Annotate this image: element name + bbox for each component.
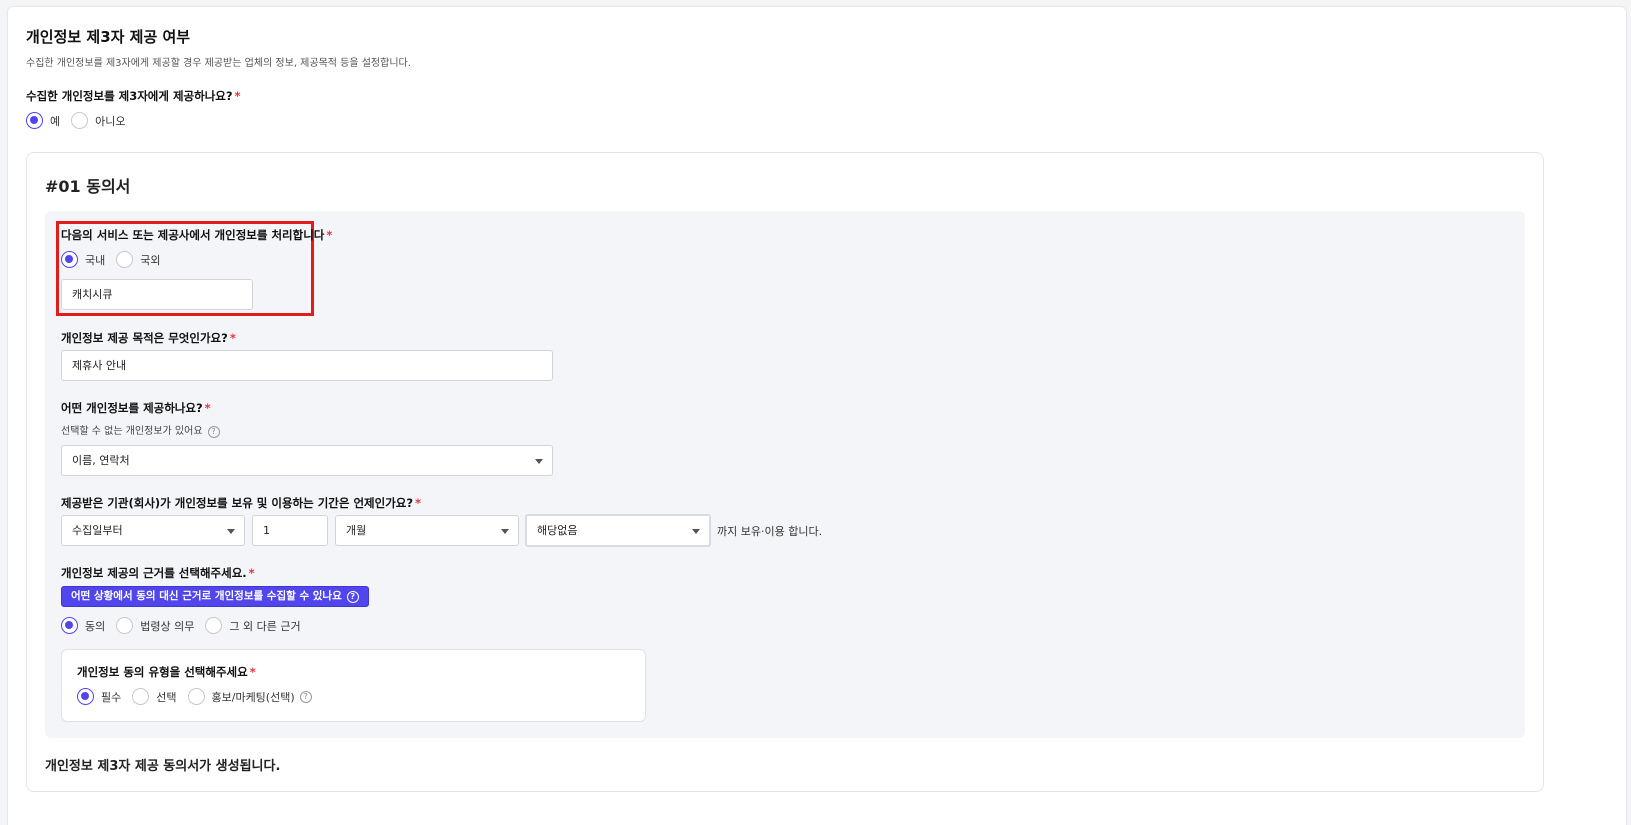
period-extra-select[interactable]: 해당없음 — [525, 514, 711, 547]
radio-domestic-dot[interactable] — [61, 251, 78, 268]
radio-consent-label: 동의 — [85, 619, 106, 633]
radio-optional-label: 선택 — [156, 690, 177, 704]
period-suffix: 까지 보유·이용 합니다. — [717, 525, 823, 538]
period-start-select[interactable]: 수집일부터 — [61, 515, 245, 546]
processor-question-label: 다음의 서비스 또는 제공사에서 개인정보를 처리합니다 — [61, 228, 325, 242]
question-circle-icon: ? — [346, 591, 359, 603]
radio-domestic-label: 국내 — [85, 253, 106, 267]
purpose-input[interactable]: 제휴사 안내 — [61, 350, 553, 381]
period-start-value: 수집일부터 — [72, 524, 123, 537]
radio-optional-dot[interactable] — [132, 688, 150, 705]
radio-no[interactable]: 아니오 — [71, 112, 126, 129]
radio-required-label: 필수 — [101, 690, 122, 704]
consent-type-card: 개인정보 동의 유형을 선택해주세요 * 필수 선택 홍보/마케팅(선택)? — [61, 649, 646, 722]
required-mark: * — [229, 331, 236, 345]
required-mark: * — [249, 665, 256, 679]
items-subtext-label: 선택할 수 없는 개인정보가 있어요 — [61, 426, 203, 437]
consent-card: #01 동의서 다음의 서비스 또는 제공사에서 개인정보를 처리합니다 * 국내… — [26, 152, 1544, 792]
basis-question-label: 개인정보 제공의 근거를 선택해주세요. — [61, 566, 247, 580]
consent-type-question-label: 개인정보 동의 유형을 선택해주세요 — [77, 665, 248, 679]
period-question: 제공받은 기관(회사)가 개인정보를 보유 및 이용하는 기간은 언제인가요? * — [61, 495, 421, 511]
radio-marketing-dot[interactable] — [187, 688, 205, 705]
basis-radio-group: 동의 법령상 의무 그 외 다른 근거 — [61, 617, 312, 634]
items-question-label: 어떤 개인정보를 제공하나요? — [61, 401, 203, 415]
period-unit-value: 개월 — [346, 524, 367, 537]
period-question-label: 제공받은 기관(회사)가 개인정보를 보유 및 이용하는 기간은 언제인가요? — [61, 496, 414, 510]
required-mark: * — [234, 89, 241, 103]
page-description: 수집한 개인정보를 제3자에게 제공할 경우 제공받는 업체의 정보, 제공목적… — [26, 58, 411, 69]
radio-marketing-label: 홍보/마케팅(선택) — [211, 690, 295, 704]
chevron-down-icon — [692, 529, 700, 534]
period-amount-input[interactable]: 1 — [252, 515, 328, 546]
radio-legal-label: 법령상 의무 — [140, 619, 195, 633]
items-question: 어떤 개인정보를 제공하나요? * — [61, 400, 211, 416]
radio-no-label: 아니오 — [95, 114, 126, 128]
page-title: 개인정보 제3자 제공 여부 — [26, 28, 191, 46]
provide-radio-group: 예 아니오 — [26, 112, 137, 129]
radio-yes-label: 예 — [50, 114, 61, 128]
radio-consent-dot[interactable] — [61, 617, 78, 634]
radio-required[interactable]: 필수 — [77, 688, 121, 705]
required-mark: * — [415, 496, 422, 510]
question-circle-icon[interactable]: ? — [299, 690, 312, 703]
radio-overseas[interactable]: 국외 — [116, 251, 161, 268]
basis-help-button[interactable]: 어떤 상황에서 동의 대신 근거로 개인정보를 수집할 수 있나요? — [61, 586, 369, 607]
chevron-down-icon — [227, 529, 235, 534]
purpose-question: 개인정보 제공 목적은 무엇인가요? * — [61, 330, 236, 346]
consent-type-question: 개인정보 동의 유형을 선택해주세요 * — [77, 664, 256, 680]
radio-no-dot[interactable] — [71, 112, 89, 129]
radio-other-label: 그 외 다른 근거 — [229, 619, 301, 633]
consent-title: #01 동의서 — [45, 177, 131, 196]
consent-form-area: 다음의 서비스 또는 제공사에서 개인정보를 처리합니다 * 국내 국외 캐치시큐… — [45, 211, 1525, 738]
provide-question-label: 수집한 개인정보를 제3자에게 제공하나요? — [26, 89, 233, 103]
radio-other[interactable]: 그 외 다른 근거 — [205, 617, 301, 634]
items-select-value: 이름, 연락처 — [72, 454, 130, 467]
required-mark: * — [204, 401, 211, 415]
radio-legal[interactable]: 법령상 의무 — [116, 617, 194, 634]
processor-question: 다음의 서비스 또는 제공사에서 개인정보를 처리합니다 * — [61, 227, 332, 243]
radio-yes[interactable]: 예 — [26, 112, 60, 129]
radio-marketing[interactable]: 홍보/마케팅(선택)? — [187, 688, 312, 705]
period-extra-value: 해당없음 — [537, 524, 578, 537]
radio-other-dot[interactable] — [205, 617, 223, 634]
purpose-question-label: 개인정보 제공 목적은 무엇인가요? — [61, 331, 228, 345]
required-mark: * — [248, 566, 255, 580]
basis-help-button-label: 어떤 상황에서 동의 대신 근거로 개인정보를 수집할 수 있나요 — [71, 590, 342, 602]
radio-legal-dot[interactable] — [116, 617, 134, 634]
settings-panel: 개인정보 제3자 제공 여부 수집한 개인정보를 제3자에게 제공할 경우 제공… — [7, 6, 1627, 825]
provide-question: 수집한 개인정보를 제3자에게 제공하나요? * — [26, 88, 241, 104]
radio-yes-dot[interactable] — [26, 112, 43, 129]
radio-optional[interactable]: 선택 — [132, 688, 177, 705]
radio-overseas-label: 국외 — [140, 253, 161, 267]
question-circle-icon[interactable]: ? — [207, 426, 220, 438]
radio-required-dot[interactable] — [77, 688, 94, 705]
required-mark: * — [326, 228, 333, 242]
items-select[interactable]: 이름, 연락처 — [61, 445, 553, 476]
radio-domestic[interactable]: 국내 — [61, 251, 105, 268]
chevron-down-icon — [501, 529, 509, 534]
items-subtext: 선택할 수 없는 개인정보가 있어요? — [61, 422, 220, 438]
processor-radio-group: 국내 국외 — [61, 251, 172, 268]
processor-name-input[interactable]: 캐치시큐 — [61, 279, 253, 310]
radio-overseas-dot[interactable] — [116, 251, 134, 268]
chevron-down-icon — [535, 459, 543, 464]
period-unit-select[interactable]: 개월 — [335, 515, 519, 546]
consent-type-radio-group: 필수 선택 홍보/마케팅(선택)? — [77, 688, 323, 705]
consent-footer-text: 개인정보 제3자 제공 동의서가 생성됩니다. — [45, 759, 281, 774]
radio-consent[interactable]: 동의 — [61, 617, 105, 634]
basis-question: 개인정보 제공의 근거를 선택해주세요. * — [61, 565, 255, 581]
